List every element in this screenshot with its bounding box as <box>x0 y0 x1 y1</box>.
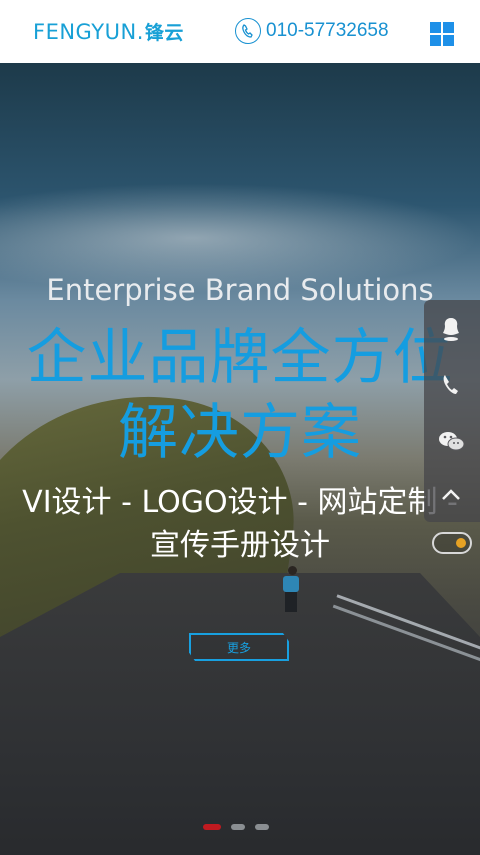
banner-headline: 企业品牌全方位 解决方案 <box>0 321 480 471</box>
phone-number: 010-57732658 <box>266 20 389 41</box>
headline-line-1: 企业品牌全方位 <box>26 323 454 393</box>
phone-icon[interactable] <box>436 370 466 400</box>
road <box>0 573 480 855</box>
grid-menu-icon[interactable] <box>430 22 454 46</box>
logo-latin: FENGYUN. <box>33 20 144 44</box>
toggle-knob <box>456 538 466 548</box>
hotline[interactable]: 010-57732658 <box>235 17 389 45</box>
floating-toolbar <box>424 300 480 522</box>
banner-subtitle: Enterprise Brand Solutions <box>46 273 434 307</box>
more-button[interactable]: 更多 <box>189 633 289 661</box>
headline-line-2: 解决方案 <box>118 398 362 468</box>
site-logo[interactable]: FENGYUN. 锋云 <box>33 18 184 46</box>
site-header: FENGYUN. 锋云 010-57732658 <box>0 0 480 63</box>
runner-figure <box>283 566 301 614</box>
user-icon[interactable] <box>436 314 466 344</box>
back-to-top-icon[interactable] <box>436 480 466 510</box>
services-line-2: 宣传手册设计 <box>150 528 330 563</box>
services-line-1: VI设计 - LOGO设计 - 网站定制 - <box>22 485 458 520</box>
services-list: VI设计 - LOGO设计 - 网站定制 - 宣传手册设计 <box>0 481 480 567</box>
hero-banner: Enterprise Brand Solutions 企业品牌全方位 解决方案 … <box>0 63 480 855</box>
slide-dot-2[interactable] <box>231 824 245 830</box>
phone-icon <box>235 18 261 44</box>
slide-dot-3[interactable] <box>255 824 269 830</box>
logo-chinese: 锋云 <box>144 22 184 44</box>
slide-dot-1[interactable] <box>203 824 221 830</box>
theme-toggle[interactable] <box>432 532 472 554</box>
slider-pagination <box>203 824 269 830</box>
wechat-icon[interactable] <box>436 426 466 456</box>
